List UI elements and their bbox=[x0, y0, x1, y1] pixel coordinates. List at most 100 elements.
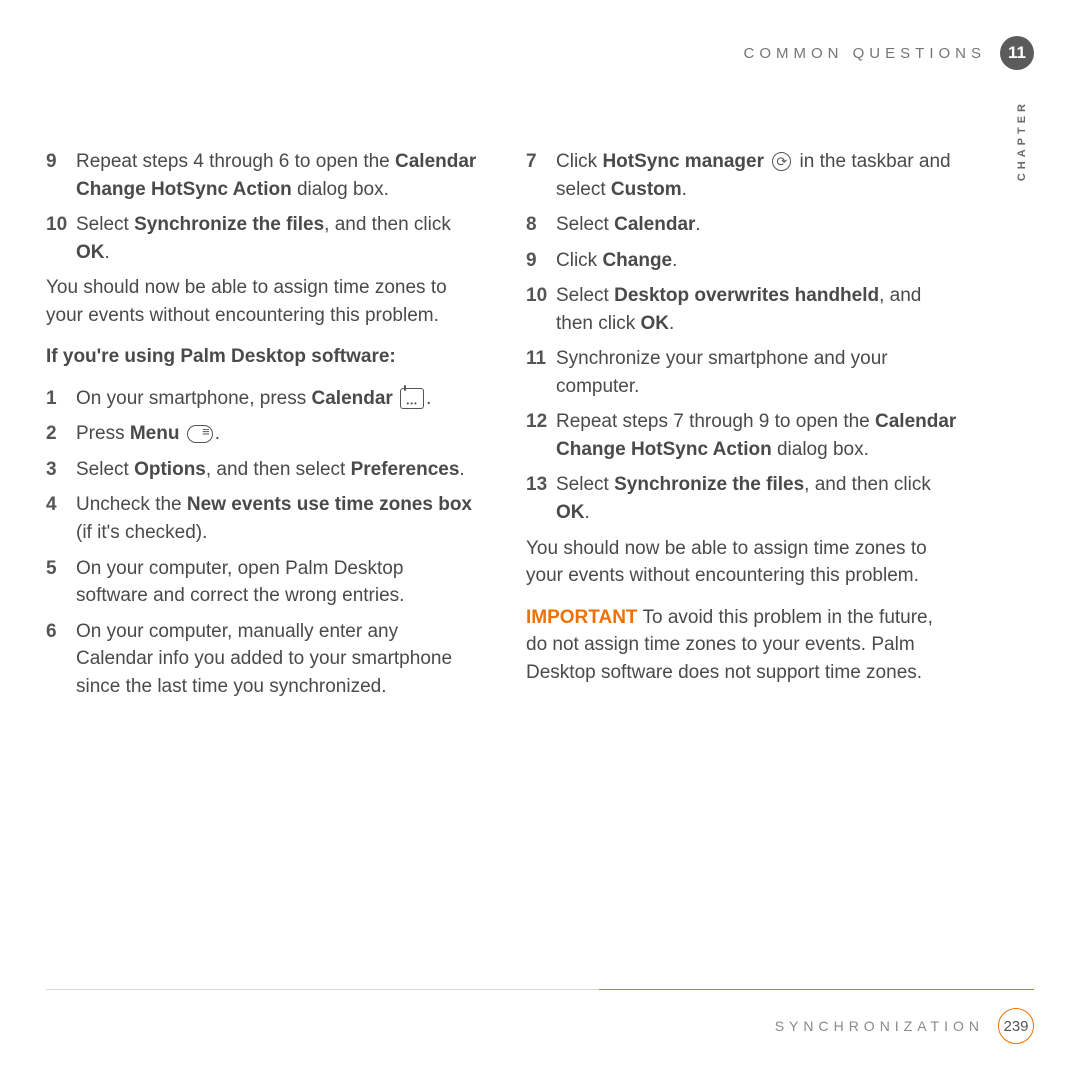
step-body: Repeat steps 7 through 9 to open the Cal… bbox=[556, 408, 958, 463]
step-number: 11 bbox=[526, 345, 556, 400]
text-bold: Preferences bbox=[351, 459, 460, 480]
step-body: Click Change. bbox=[556, 247, 958, 275]
text-bold: OK bbox=[76, 242, 105, 263]
page-footer: SYNCHRONIZATION 239 bbox=[46, 989, 1034, 1044]
step-number: 2 bbox=[46, 420, 76, 448]
step-number: 1 bbox=[46, 385, 76, 413]
text-bold: Menu bbox=[130, 423, 180, 444]
text: Repeat steps 4 through 6 to open the bbox=[76, 151, 395, 172]
step-body: Repeat steps 4 through 6 to open the Cal… bbox=[76, 148, 478, 203]
sub-heading: If you're using Palm Desktop software: bbox=[46, 343, 478, 371]
text-bold: Calendar bbox=[614, 214, 695, 235]
text-bold: OK bbox=[640, 313, 669, 334]
hotsync-icon bbox=[769, 152, 794, 171]
text-bold: Options bbox=[134, 459, 206, 480]
page: COMMON QUESTIONS 11 CHAPTER 9 Repeat ste… bbox=[0, 0, 1080, 1080]
text: . bbox=[669, 313, 674, 334]
chapter-number-badge: 11 bbox=[1000, 36, 1034, 70]
step-number: 5 bbox=[46, 555, 76, 610]
step-body: Select Synchronize the files, and then c… bbox=[556, 471, 958, 526]
text-bold: Calendar bbox=[312, 388, 393, 409]
text: . bbox=[672, 250, 677, 271]
paragraph: You should now be able to assign time zo… bbox=[526, 535, 958, 590]
step-number: 8 bbox=[526, 211, 556, 239]
step-body: Click HotSync manager in the taskbar and… bbox=[556, 148, 958, 203]
step-5: 5 On your computer, open Palm Desktop so… bbox=[46, 555, 478, 610]
text-bold: Synchronize the files bbox=[134, 214, 324, 235]
chapter-side-label: CHAPTER bbox=[1016, 100, 1028, 181]
text: , and then select bbox=[206, 459, 351, 480]
step-number: 7 bbox=[526, 148, 556, 203]
text-bold: Change bbox=[602, 250, 672, 271]
text: . bbox=[215, 423, 220, 444]
text: Click bbox=[556, 151, 602, 172]
text: On your smartphone, press bbox=[76, 388, 312, 409]
step-3: 3 Select Options, and then select Prefer… bbox=[46, 456, 478, 484]
text: Select bbox=[556, 214, 614, 235]
text: Click bbox=[556, 250, 602, 271]
text: Repeat steps 7 through 9 to open the bbox=[556, 411, 875, 432]
text: . bbox=[585, 502, 590, 523]
step-body: Select Options, and then select Preferen… bbox=[76, 456, 478, 484]
text-bold: Custom bbox=[611, 179, 682, 200]
step-number: 12 bbox=[526, 408, 556, 463]
step-number: 3 bbox=[46, 456, 76, 484]
important-note: IMPORTANT To avoid this problem in the f… bbox=[526, 604, 958, 687]
content-columns: 9 Repeat steps 4 through 6 to open the C… bbox=[46, 36, 1034, 708]
calendar-icon bbox=[398, 388, 426, 409]
text-bold: New events use time zones box bbox=[187, 494, 472, 515]
step-body: Select Desktop overwrites handheld, and … bbox=[556, 282, 958, 337]
step-number: 10 bbox=[46, 211, 76, 266]
step-12: 12 Repeat steps 7 through 9 to open the … bbox=[526, 408, 958, 463]
footer-title: SYNCHRONIZATION bbox=[775, 1018, 984, 1034]
step-6: 6 On your computer, manually enter any C… bbox=[46, 618, 478, 701]
text-bold: HotSync manager bbox=[602, 151, 764, 172]
step-10-right: 10 Select Desktop overwrites handheld, a… bbox=[526, 282, 958, 337]
footer-row: SYNCHRONIZATION 239 bbox=[46, 1008, 1034, 1044]
step-7: 7 Click HotSync manager in the taskbar a… bbox=[526, 148, 958, 203]
text: Select bbox=[76, 459, 134, 480]
step-11: 11 Synchronize your smartphone and your … bbox=[526, 345, 958, 400]
step-number: 10 bbox=[526, 282, 556, 337]
text: Select bbox=[76, 214, 134, 235]
text-bold: OK bbox=[556, 502, 585, 523]
step-4: 4 Uncheck the New events use time zones … bbox=[46, 491, 478, 546]
step-1: 1 On your smartphone, press Calendar . bbox=[46, 385, 478, 413]
step-number: 9 bbox=[526, 247, 556, 275]
text: (if it's checked). bbox=[76, 522, 207, 543]
step-10-left: 10 Select Synchronize the files, and the… bbox=[46, 211, 478, 266]
text: . bbox=[459, 459, 464, 480]
text: Select bbox=[556, 474, 614, 495]
text: , and then click bbox=[324, 214, 451, 235]
text: . bbox=[105, 242, 110, 263]
step-number: 13 bbox=[526, 471, 556, 526]
text-bold: Synchronize the files bbox=[614, 474, 804, 495]
step-body: Select Calendar. bbox=[556, 211, 958, 239]
step-number: 9 bbox=[46, 148, 76, 203]
text: Press bbox=[76, 423, 130, 444]
step-body: On your computer, open Palm Desktop soft… bbox=[76, 555, 478, 610]
step-13: 13 Select Synchronize the files, and the… bbox=[526, 471, 958, 526]
text: dialog box. bbox=[772, 439, 869, 460]
menu-icon bbox=[185, 425, 215, 443]
header-title: COMMON QUESTIONS bbox=[743, 45, 986, 62]
step-8: 8 Select Calendar. bbox=[526, 211, 958, 239]
text: . bbox=[426, 388, 431, 409]
step-body: Synchronize your smartphone and your com… bbox=[556, 345, 958, 400]
step-9-right: 9 Click Change. bbox=[526, 247, 958, 275]
step-9-left: 9 Repeat steps 4 through 6 to open the C… bbox=[46, 148, 478, 203]
text: Select bbox=[556, 285, 614, 306]
text-bold: Desktop overwrites handheld bbox=[614, 285, 879, 306]
footer-rule bbox=[46, 989, 1034, 990]
step-number: 4 bbox=[46, 491, 76, 546]
step-body: Select Synchronize the files, and then c… bbox=[76, 211, 478, 266]
page-number: 239 bbox=[998, 1008, 1034, 1044]
left-column: 9 Repeat steps 4 through 6 to open the C… bbox=[46, 148, 478, 708]
page-header: COMMON QUESTIONS 11 bbox=[743, 36, 1034, 70]
step-2: 2 Press Menu . bbox=[46, 420, 478, 448]
step-body: Press Menu . bbox=[76, 420, 478, 448]
step-number: 6 bbox=[46, 618, 76, 701]
right-column: 7 Click HotSync manager in the taskbar a… bbox=[526, 148, 958, 708]
text: Uncheck the bbox=[76, 494, 187, 515]
step-body: On your computer, manually enter any Cal… bbox=[76, 618, 478, 701]
